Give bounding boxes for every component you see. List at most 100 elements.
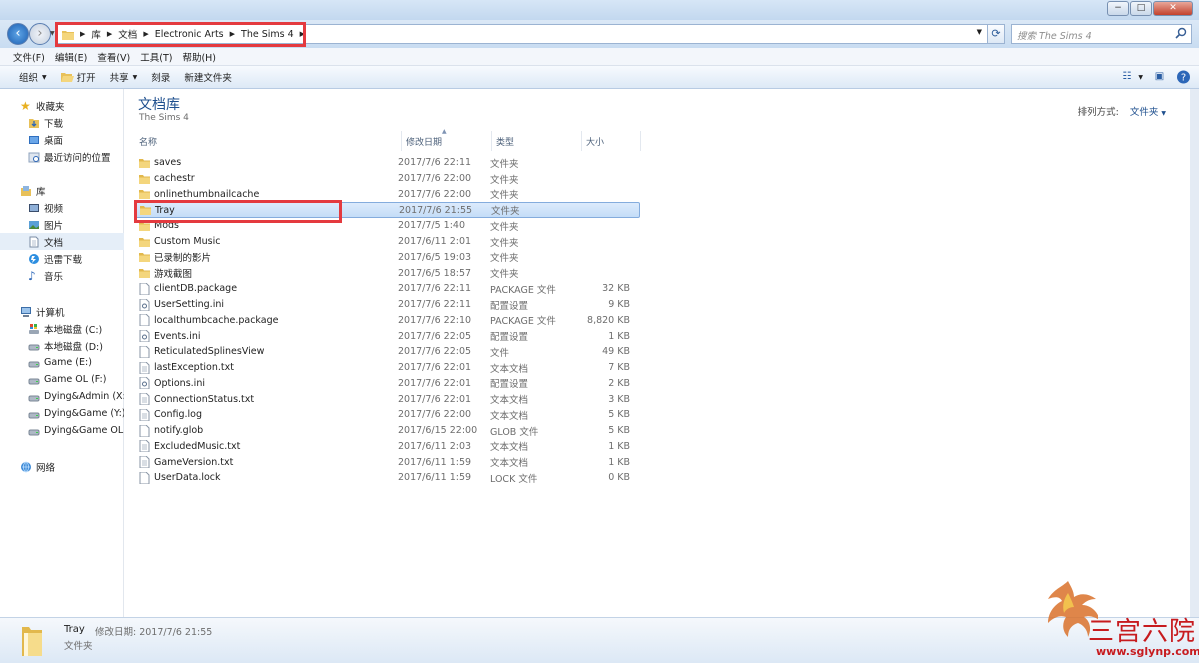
crumb-the-sims-4[interactable]: The Sims 4 <box>238 29 297 40</box>
file-row[interactable]: Config.log 2017/7/6 22:00 文本文档 5 KB <box>135 407 640 423</box>
sidebar-item-pictures[interactable]: 图片 <box>0 216 124 233</box>
text-file-icon <box>139 361 150 374</box>
chevron-down-icon[interactable]: ▼ <box>1138 74 1143 81</box>
burn-button[interactable]: 刻录 <box>144 70 177 84</box>
sidebar-item-recent[interactable]: 最近访问的位置 <box>0 148 124 165</box>
file-date: 2017/7/6 22:11 <box>398 283 472 295</box>
file-date: 2017/7/6 22:10 <box>398 314 472 326</box>
sidebar-item-thunder-downloads[interactable]: 迅雷下载 <box>0 250 124 267</box>
column-header-type[interactable]: 类型 <box>492 135 581 151</box>
file-size: 1 KB <box>608 440 630 452</box>
file-name-cell: onlinethumbnailcache <box>135 188 398 200</box>
file-row[interactable]: ConnectionStatus.txt 2017/7/6 22:01 文本文档 3 … <box>135 391 640 407</box>
file-row[interactable]: lastException.txt 2017/7/6 22:01 文本文档 7 KB <box>135 360 640 376</box>
chevron-right-icon[interactable]: ▶ <box>77 30 88 38</box>
sidebar-computer[interactable]: 计算机 <box>0 303 124 320</box>
preview-pane-icon[interactable]: ▣ <box>1152 70 1167 84</box>
column-header-size[interactable]: 大小 <box>582 135 640 151</box>
file-row[interactable]: GameVersion.txt 2017/6/11 1:59 文本文档 1 KB <box>135 454 640 470</box>
sidebar-favorites[interactable]: ★ 收藏夹 <box>0 97 124 114</box>
organize-button[interactable]: 组织 ▼ <box>12 70 54 84</box>
sidebar-item-videos[interactable]: 视频 <box>0 199 124 216</box>
open-button[interactable]: 打开 <box>54 70 103 84</box>
sidebar-item-documents[interactable]: 文档 <box>0 233 124 250</box>
help-icon[interactable]: ? <box>1176 70 1191 84</box>
menu-tools[interactable]: 工具(T) <box>135 50 177 64</box>
sidebar-item-drive-d[interactable]: 本地磁盘 (D:) <box>0 337 124 354</box>
sort-indicator-icon: ▲ <box>442 128 447 135</box>
chevron-right-icon[interactable]: ▶ <box>227 30 238 38</box>
view-options-icon[interactable]: ☷ <box>1119 70 1134 84</box>
column-header-name[interactable]: 名称 <box>135 135 401 151</box>
sidebar-item-drive-y[interactable]: Dying&Game (Y:) <box>0 405 124 422</box>
file-type: 文件夹 <box>490 269 519 281</box>
file-row[interactable]: 游戏截图 2017/6/5 18:57 文件夹 <box>135 265 640 281</box>
back-button[interactable]: ‹ <box>7 23 29 45</box>
file-name-cell: Config.log <box>135 408 398 421</box>
sidebar-network[interactable]: 网络 <box>0 458 124 475</box>
file-row[interactable]: ReticulatedSplinesView 2017/7/6 22:05 文件 49… <box>135 344 640 360</box>
menu-help[interactable]: 帮助(H) <box>177 50 221 64</box>
sidebar-item-drive-c[interactable]: 本地磁盘 (C:) <box>0 320 124 337</box>
file-row[interactable]: cachestr 2017/7/6 22:00 文件夹 <box>135 171 640 187</box>
sidebar-item-drive-f[interactable]: Game OL (F:) <box>0 371 124 388</box>
forward-button[interactable]: › <box>29 23 51 45</box>
file-row[interactable]: Custom Music 2017/6/11 2:01 文件夹 <box>135 234 640 250</box>
chevron-right-icon[interactable]: ▶ <box>297 30 308 38</box>
search-input[interactable]: 搜索 The Sims 4 <box>1017 28 1092 42</box>
new-folder-button[interactable]: 新建文件夹 <box>177 70 239 84</box>
sidebar-libraries[interactable]: 库 <box>0 182 124 199</box>
file-row[interactable]: Mods 2017/7/5 1:40 文件夹 <box>135 218 640 234</box>
vertical-scrollbar[interactable] <box>1190 89 1199 617</box>
menu-edit[interactable]: 编辑(E) <box>50 50 92 64</box>
file-row[interactable]: Tray 2017/7/6 21:55 文件夹 <box>135 202 640 218</box>
sidebar-item-drive-x[interactable]: Dying&Admin (X:) <box>0 388 124 405</box>
crumb-library[interactable]: 库 <box>88 27 104 41</box>
file-row[interactable]: Options.ini 2017/7/6 22:01 配置设置 2 KB <box>135 376 640 392</box>
file-row[interactable]: saves 2017/7/6 22:11 文件夹 <box>135 155 640 171</box>
sidebar-item-drive-z[interactable]: Dying&Game OL ( <box>0 422 124 439</box>
details-filename: Tray <box>64 624 85 635</box>
recent-pages-dropdown-icon[interactable]: ▼ <box>50 30 55 37</box>
file-row[interactable]: 已录制的影片 2017/6/5 19:03 文件夹 <box>135 250 640 266</box>
file-size: 1 KB <box>608 330 630 342</box>
file-row[interactable]: onlinethumbnailcache 2017/7/6 22:00 文件夹 <box>135 187 640 203</box>
close-button[interactable]: ✕ <box>1153 1 1193 16</box>
chevron-right-icon[interactable]: ▶ <box>104 30 115 38</box>
minimize-button[interactable]: − <box>1107 1 1129 16</box>
file-name-cell: clientDB.package <box>135 282 398 295</box>
sidebar-label: 本地磁盘 (C:) <box>44 324 103 336</box>
chevron-right-icon[interactable]: ▶ <box>140 30 151 38</box>
share-button[interactable]: 共享 ▼ <box>103 70 145 84</box>
sidebar-item-music[interactable]: ♪ 音乐 <box>0 267 124 284</box>
file-row[interactable]: UserData.lock 2017/6/11 1:59 LOCK 文件 0 KB <box>135 470 640 486</box>
column-header-date[interactable]: 修改日期 <box>402 135 491 151</box>
sidebar-item-desktop[interactable]: 桌面 <box>0 131 124 148</box>
maximize-button[interactable]: □ <box>1130 1 1152 16</box>
address-history-dropdown-icon[interactable]: ▼ <box>977 28 982 36</box>
search-icon[interactable] <box>1175 27 1187 39</box>
sidebar-item-drive-e[interactable]: Game (E:) <box>0 354 124 371</box>
file-row[interactable]: notify.glob 2017/6/15 22:00 GLOB 文件 5 KB <box>135 423 640 439</box>
address-bar[interactable]: ▶ 库 ▶ 文档 ▶ Electronic Arts ▶ The Sims 4 … <box>56 24 1001 44</box>
folder-icon <box>139 190 150 200</box>
column-divider[interactable] <box>640 131 641 151</box>
arrange-by-dropdown[interactable]: 文件夹 ▼ <box>1130 107 1166 118</box>
sidebar-item-downloads[interactable]: 下载 <box>0 114 124 131</box>
crumb-documents[interactable]: 文档 <box>115 27 140 41</box>
menu-file[interactable]: 文件(F) <box>8 50 50 64</box>
file-date: 2017/7/6 22:01 <box>398 362 472 374</box>
file-date: 2017/6/11 2:03 <box>398 440 472 452</box>
file-type: 文本文档 <box>490 442 529 454</box>
refresh-button[interactable]: ⟳ <box>987 24 1005 44</box>
file-type: 文件夹 <box>490 158 519 170</box>
file-row[interactable]: ExcludedMusic.txt 2017/6/11 2:03 文本文档 1 KB <box>135 439 640 455</box>
file-row[interactable]: clientDB.package 2017/7/6 22:11 PACKAGE 文件… <box>135 281 640 297</box>
crumb-electronic-arts[interactable]: Electronic Arts <box>152 29 227 40</box>
menu-view[interactable]: 查看(V) <box>92 50 135 64</box>
file-row[interactable]: Events.ini 2017/7/6 22:05 配置设置 1 KB <box>135 328 640 344</box>
file-row[interactable]: localthumbcache.package 2017/7/6 22:10 PAC… <box>135 313 640 329</box>
file-name: UserData.lock <box>154 472 221 484</box>
search-box[interactable]: 搜索 The Sims 4 <box>1011 24 1192 44</box>
file-row[interactable]: UserSetting.ini 2017/7/6 22:11 配置设置 9 KB <box>135 297 640 313</box>
